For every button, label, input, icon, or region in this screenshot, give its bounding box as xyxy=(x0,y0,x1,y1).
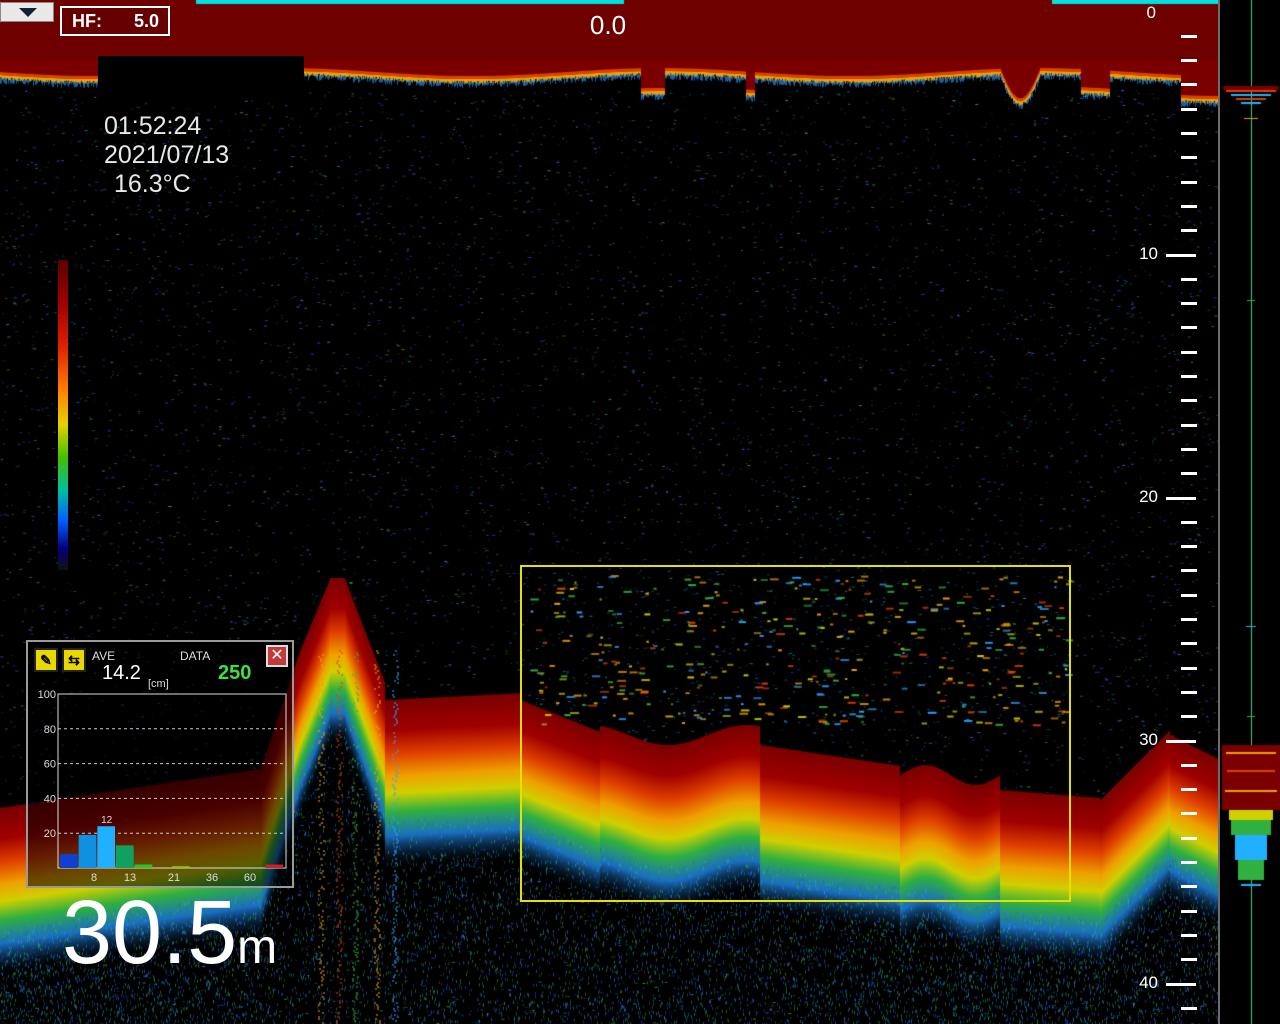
histogram-y-label: 100 xyxy=(38,689,56,701)
histogram-bar xyxy=(78,834,97,868)
swap-icon[interactable]: ⇆ xyxy=(62,648,86,672)
scale-tick xyxy=(1181,666,1197,670)
scale-label: 40 xyxy=(1139,973,1158,992)
histogram-y-label: 20 xyxy=(44,828,56,840)
histogram-y-label: 80 xyxy=(44,724,56,736)
chevron-down-icon xyxy=(19,8,37,17)
scale-tick xyxy=(1181,34,1197,38)
info-mask xyxy=(98,56,304,100)
histogram-bar xyxy=(60,854,78,868)
scale-tick xyxy=(1181,326,1197,330)
scale-label: 20 xyxy=(1139,487,1158,506)
scale-tick xyxy=(1181,472,1197,476)
scale-tick xyxy=(1181,812,1197,816)
scale-tick xyxy=(1181,350,1197,354)
histogram-bar xyxy=(97,826,115,868)
scale-tick xyxy=(1181,909,1197,913)
close-icon[interactable]: ✕ xyxy=(266,645,288,667)
ave-label: AVE xyxy=(92,649,116,663)
size-histogram: 10080604020128 13 21 36 60 xyxy=(38,689,287,884)
histogram-bar xyxy=(134,864,153,868)
depth-value: 30.5 xyxy=(62,883,238,983)
depth-unit: m xyxy=(237,921,278,974)
scale-major-tick xyxy=(1166,496,1196,500)
scale-tick xyxy=(1181,1006,1197,1010)
scale-tick xyxy=(1181,958,1197,962)
scale-tick xyxy=(1181,933,1197,937)
scale-tick xyxy=(1181,132,1197,135)
scale-label: 10 xyxy=(1139,244,1158,263)
selection-rectangle[interactable] xyxy=(520,565,1071,902)
histogram-y-label: 60 xyxy=(44,759,56,771)
scale-tick xyxy=(1181,375,1197,378)
scale-tick xyxy=(1181,520,1197,524)
histogram-x-label: 60 xyxy=(244,872,256,884)
scale-tick xyxy=(1181,59,1197,63)
scale-major-tick xyxy=(1166,982,1196,986)
histogram-bar xyxy=(172,866,190,868)
scale-tick xyxy=(1181,180,1197,184)
a-scope-strip xyxy=(1218,0,1280,1024)
scale-tick xyxy=(1181,569,1197,573)
scale-tick xyxy=(1181,618,1197,621)
frequency-box: HF: 5.0 xyxy=(60,6,170,36)
scale-tick xyxy=(1181,642,1197,646)
histogram-bar xyxy=(116,845,134,868)
histogram-y-label: 40 xyxy=(44,793,56,805)
histogram-bar xyxy=(265,864,283,868)
scale-tick xyxy=(1181,447,1197,451)
scale-tick xyxy=(1181,107,1197,111)
menu-dropdown-button[interactable] xyxy=(0,2,54,22)
fish-size-panel: ✎ ⇆ AVE 14.2 [cm] DATA 250 ✕ 100 80 60 40 20… xyxy=(26,640,294,888)
wrench-icon[interactable]: ✎ xyxy=(34,648,58,672)
scale-major-tick xyxy=(1166,739,1196,743)
data-label: DATA xyxy=(180,649,211,663)
scale-tick xyxy=(1181,423,1197,427)
time-readout: 01:52:24 xyxy=(104,112,202,140)
scale-tick xyxy=(1181,836,1197,840)
temperature-readout: 16.3°C xyxy=(114,170,191,198)
scale-tick xyxy=(1181,715,1197,719)
scale-tick xyxy=(1181,204,1197,208)
scale-tick xyxy=(1181,763,1197,767)
scale-label: 30 xyxy=(1139,730,1158,749)
scale-tick xyxy=(1181,885,1197,889)
scale-tick xyxy=(1181,788,1197,792)
scale-major-tick xyxy=(1166,253,1196,257)
scale-tick xyxy=(1181,83,1197,87)
scale-label: 0 xyxy=(1146,3,1156,22)
scale-tick xyxy=(1181,156,1197,160)
color-scale-bar xyxy=(58,260,68,570)
scale-tick xyxy=(1181,690,1197,694)
shift-depth-readout: 0.0 xyxy=(589,10,627,40)
date-readout: 2021/07/13 xyxy=(104,141,230,169)
scale-tick xyxy=(1181,545,1197,549)
frequency-label: HF: xyxy=(72,11,102,31)
scale-tick xyxy=(1181,277,1197,281)
scale-tick xyxy=(1181,399,1197,403)
scale-tick xyxy=(1181,302,1197,306)
scale-tick xyxy=(1181,861,1197,864)
histogram-peak-label: 12 xyxy=(101,815,113,826)
bottom-depth-readout: 30.5m xyxy=(62,888,277,978)
scale-tick xyxy=(1181,593,1197,597)
frequency-value: 5.0 xyxy=(133,11,159,31)
scale-tick xyxy=(1181,229,1197,233)
